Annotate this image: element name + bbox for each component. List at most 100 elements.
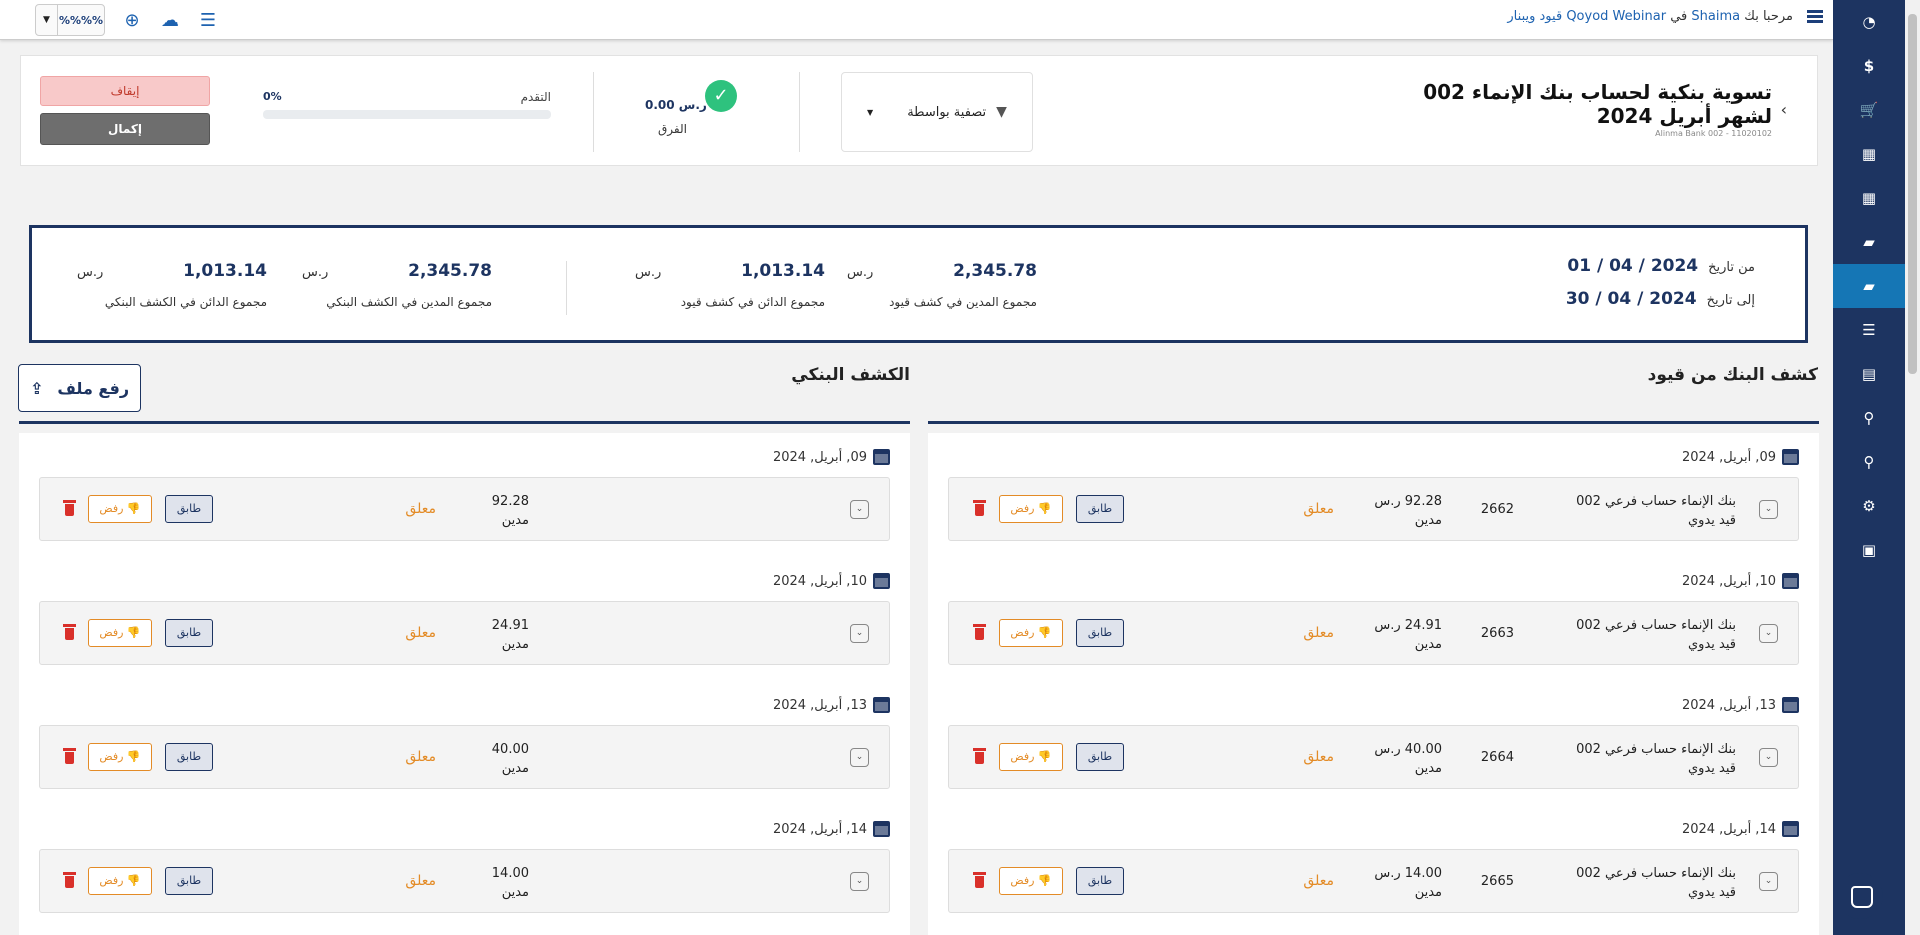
entry-amount-type: مدين [501,513,529,528]
reject-button[interactable]: 👎 رفض [999,495,1063,523]
sidebar-item[interactable]: ▰ [1833,264,1905,308]
reject-button[interactable]: 👎 رفض [88,743,152,771]
search-icon: ⚲ [1863,409,1875,427]
chevron-down-icon[interactable]: ⌄ [1759,624,1778,643]
scrollbar[interactable] [1905,0,1920,935]
reject-button[interactable]: 👎 رفض [88,619,152,647]
complete-button[interactable]: إكمال [40,113,210,145]
view-toggle-button[interactable]: ▼ %%%% [35,4,105,36]
chevron-down-icon[interactable]: ⌄ [850,872,869,891]
trash-lid [973,748,986,751]
trash-icon[interactable] [973,748,986,764]
sidebar-item[interactable]: ▦ [1833,176,1905,220]
chat-bubble-icon[interactable]: ☁ [159,10,181,31]
trash-bin [65,504,74,516]
calendar-icon [1782,449,1799,465]
entry-card[interactable]: ⌄ بنك الإنماء حساب فرعي 002 قيد يدوي 2663 24… [948,601,1799,665]
from-date-value: 2024 / 04 / 01 [1567,256,1699,276]
match-button[interactable]: طابق [1076,867,1124,895]
document-icon: ▤ [1861,365,1877,383]
chevron-down-icon[interactable]: ⌄ [1759,500,1778,519]
status-badge: معلق [405,749,436,765]
entry-date-text: 13, أبريل, 2024 [1681,697,1776,713]
help-icon[interactable]: ⊕ [121,10,143,31]
scrollbar-thumb[interactable] [1908,14,1917,374]
chevron-down-icon[interactable]: ⌄ [850,624,869,643]
sidebar-item[interactable]: ▣ [1833,528,1905,572]
entry-date: 13, أبريل, 2024 [1682,697,1799,713]
chat-widget-button[interactable] [1837,873,1883,919]
chevron-down-icon[interactable]: ⌄ [1759,872,1778,891]
sidebar-item[interactable]: 🛒 [1833,88,1905,132]
reject-button[interactable]: 👎 رفض [999,743,1063,771]
match-button[interactable]: طابق [1076,619,1124,647]
match-button[interactable]: طابق [165,619,213,647]
user-name[interactable]: Shaima [1691,9,1740,24]
entry-card[interactable]: ⌄ 24.91 مدين معلق طابق 👎 رفض [39,601,890,665]
entry-amount-value: 40.00 [491,742,529,757]
org-name-ar[interactable]: قيود ويبنار [1507,9,1562,24]
bank-entries-panel: 09, أبريل, 2024 ⌄ 92.28 مدين معلق طابق 👎 رفض 10… [19,433,910,935]
gear-icon: ⚙ [1862,497,1876,515]
entry-card[interactable]: ⌄ بنك الإنماء حساب فرعي 002 قيد يدوي 2664 40… [948,725,1799,789]
list-icon[interactable]: ☰ [197,10,219,31]
entry-amount-value: 92.28 ر.س [1374,494,1442,509]
chevron-left-icon[interactable]: ‹ [1781,100,1787,119]
stop-button[interactable]: إيقاف [40,76,210,106]
sidebar-item[interactable]: ⚙ [1833,484,1905,528]
chevron-down-icon[interactable]: ⌄ [850,748,869,767]
entry-description: بنك الإنماء حساب فرعي 002 قيد يدوي [1576,492,1736,530]
status-badge: معلق [405,625,436,641]
sidebar-item[interactable]: ▤ [1833,352,1905,396]
sidebar-item[interactable]: ▰ [1833,220,1905,264]
entry-card[interactable]: ⌄ بنك الإنماء حساب فرعي 002 قيد يدوي 2662 92… [948,477,1799,541]
sidebar-item[interactable]: ⚲ [1833,440,1905,484]
from-date-label: من تاريخ [1708,260,1755,275]
trash-icon[interactable] [63,748,76,764]
entry-amount: 24.91 مدين [492,616,529,654]
chevron-down-icon[interactable]: ⌄ [1759,748,1778,767]
entry-card[interactable]: ⌄ 40.00 مدين معلق طابق 👎 رفض [39,725,890,789]
reject-button[interactable]: 👎 رفض [88,867,152,895]
entry-date: 09, أبريل, 2024 [1682,449,1799,465]
calendar-icon [873,821,890,837]
difference-block: ✓ 0.00 ر.س الفرق [613,76,813,146]
trash-icon[interactable] [63,500,76,516]
status-badge: معلق [1303,873,1334,889]
match-button[interactable]: طابق [165,743,213,771]
match-button[interactable]: طابق [165,495,213,523]
match-button[interactable]: طابق [1076,495,1124,523]
match-button[interactable]: طابق [1076,743,1124,771]
trash-bin [975,628,984,640]
reject-button[interactable]: 👎 رفض [88,495,152,523]
filter-dropdown[interactable]: ▼ تصفية بواسطة ▼ [841,72,1033,152]
org-name[interactable]: Qoyod Webinar [1566,9,1666,24]
sidebar-item[interactable]: ▦ [1833,132,1905,176]
sidebar-item[interactable]: ☰ [1833,308,1905,352]
entry-amount: 14.00 ر.س مدين [1374,864,1442,902]
entry-amount: 40.00 مدين [492,740,529,778]
sidebar-item[interactable]: $ [1833,44,1905,88]
trash-icon[interactable] [973,872,986,888]
chevron-down-icon[interactable]: ⌄ [850,500,869,519]
match-button[interactable]: طابق [165,867,213,895]
entry-card[interactable]: ⌄ 14.00 مدين معلق طابق 👎 رفض [39,849,890,913]
trash-icon[interactable] [973,500,986,516]
reject-button[interactable]: 👎 رفض [999,619,1063,647]
trash-icon[interactable] [63,872,76,888]
entry-card[interactable]: ⌄ 92.28 مدين معلق طابق 👎 رفض [39,477,890,541]
menu-icon[interactable] [1807,8,1823,25]
entry-date: 14, أبريل, 2024 [773,821,890,837]
calculator-icon: ▣ [1861,541,1877,559]
entry-date-text: 10, أبريل, 2024 [772,573,867,589]
upload-file-button[interactable]: ⇪ رفع ملف [18,364,141,412]
sidebar: ◔ $ 🛒 ▦ ▦ ▰ ▰ ☰ ▤ ⚲ ⚲ ⚙ ▣ [1833,0,1905,935]
sidebar-item[interactable]: ◔ [1833,0,1905,44]
sidebar-item[interactable]: ⚲ [1833,396,1905,440]
trash-icon[interactable] [63,624,76,640]
trash-icon[interactable] [973,624,986,640]
title-line-2: لشهر أبريل 2024 [1596,104,1772,128]
entry-card[interactable]: ⌄ بنك الإنماء حساب فرعي 002 قيد يدوي 2665 14… [948,849,1799,913]
reject-button[interactable]: 👎 رفض [999,867,1063,895]
progress-value: 0% [263,90,282,103]
